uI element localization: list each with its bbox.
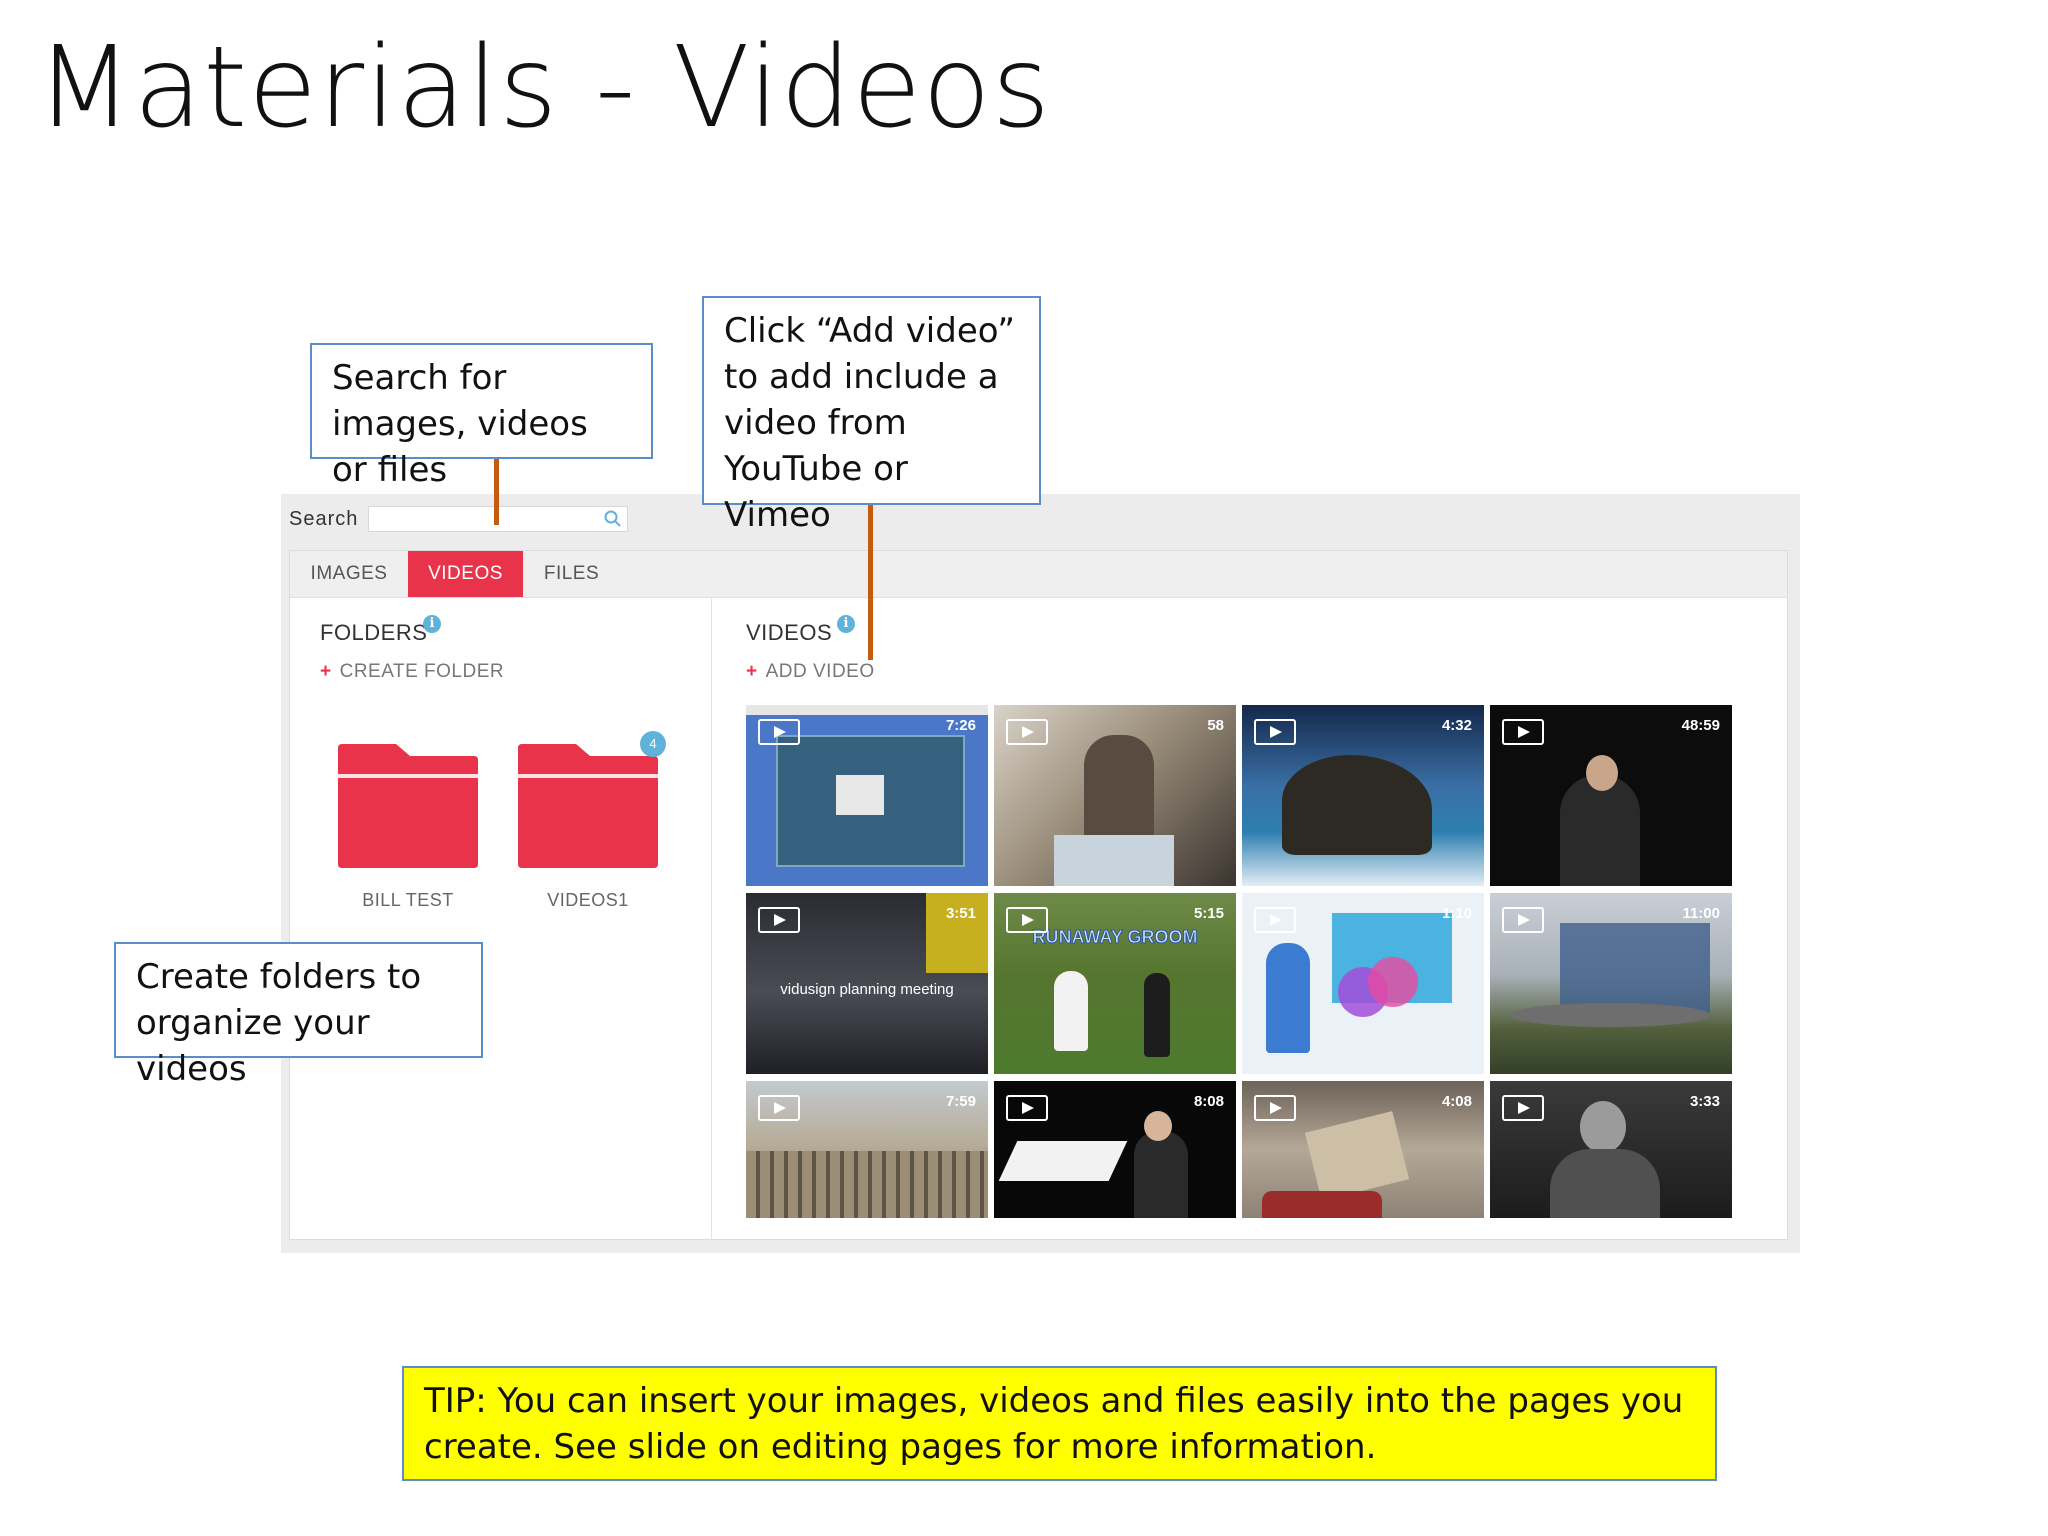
video-thumbnail[interactable]: 4:32 xyxy=(1242,705,1484,886)
callout-connector xyxy=(494,458,499,525)
video-duration: 4:32 xyxy=(1441,717,1472,734)
video-thumbnail[interactable]: 8:08 xyxy=(994,1081,1236,1218)
slide-title: Materials - Videos xyxy=(36,23,1052,153)
play-icon xyxy=(1006,719,1048,745)
video-duration: 7:59 xyxy=(945,1093,976,1110)
video-thumbnail[interactable]: 4:08 xyxy=(1242,1081,1484,1218)
add-video-button[interactable]: + ADD VIDEO xyxy=(746,661,875,683)
video-thumbnail[interactable]: 7:26 xyxy=(746,705,988,886)
callout-folders: Create folders to organize your videos xyxy=(114,942,483,1089)
callout-connector xyxy=(868,504,873,660)
video-thumbnail[interactable]: 58 xyxy=(994,705,1236,886)
videos-heading: VIDEOS xyxy=(746,620,833,645)
folder-icon[interactable] xyxy=(518,744,658,868)
video-duration: 48:59 xyxy=(1681,717,1720,734)
folders-info-icon[interactable]: i xyxy=(423,615,441,633)
play-icon xyxy=(1254,1095,1296,1121)
video-thumbnail[interactable]: RUNAWAY GROOM 5:15 xyxy=(994,893,1236,1074)
play-icon xyxy=(758,719,800,745)
play-icon xyxy=(1254,719,1296,745)
video-thumbnail[interactable]: 48:59 xyxy=(1490,705,1732,886)
video-duration: 8:08 xyxy=(1193,1093,1224,1110)
create-folder-label: CREATE FOLDER xyxy=(339,661,505,682)
add-video-label: ADD VIDEO xyxy=(765,661,875,682)
video-caption: vidusign planning meeting xyxy=(780,981,954,998)
plus-icon: + xyxy=(320,661,332,682)
play-icon xyxy=(1502,1095,1544,1121)
search-icon[interactable] xyxy=(603,509,623,529)
video-thumbnail[interactable]: vidusign planning meeting 3:51 xyxy=(746,893,988,1074)
video-duration: 3:33 xyxy=(1689,1093,1720,1110)
folder-icon[interactable] xyxy=(338,744,478,868)
column-divider xyxy=(711,597,712,1239)
tab-files[interactable]: FILES xyxy=(523,551,620,597)
videos-info-icon[interactable]: i xyxy=(837,615,855,633)
video-thumbnail[interactable]: 11:00 xyxy=(1490,893,1732,1074)
play-icon xyxy=(1006,907,1048,933)
play-icon xyxy=(1502,719,1544,745)
tab-videos[interactable]: VIDEOS xyxy=(408,551,523,597)
tab-images[interactable]: IMAGES xyxy=(290,551,408,597)
video-thumbnail[interactable]: 3:33 xyxy=(1490,1081,1732,1218)
video-duration: 3:51 xyxy=(945,905,976,922)
video-thumbnail[interactable]: 7:59 xyxy=(746,1081,988,1218)
video-duration: 1:10 xyxy=(1441,905,1472,922)
video-duration: 58 xyxy=(1207,717,1224,734)
folder-count-badge: 4 xyxy=(640,731,666,757)
plus-icon: + xyxy=(746,661,758,682)
create-folder-button[interactable]: + CREATE FOLDER xyxy=(320,661,504,683)
video-duration: 5:15 xyxy=(1193,905,1224,922)
media-tabs: IMAGES VIDEOS FILES xyxy=(290,551,1787,598)
play-icon xyxy=(1006,1095,1048,1121)
video-duration: 11:00 xyxy=(1682,905,1720,922)
folder-label[interactable]: VIDEOS1 xyxy=(498,890,678,911)
callout-add-video: Click “Add video” to add include a video… xyxy=(702,296,1041,535)
video-duration: 4:08 xyxy=(1441,1093,1472,1110)
play-icon xyxy=(758,1095,800,1121)
callout-search: Search for images, videos or files xyxy=(310,343,653,490)
play-icon xyxy=(1502,907,1544,933)
play-icon xyxy=(758,907,800,933)
video-duration: 7:26 xyxy=(945,717,976,734)
tip-box: TIP: You can insert your images, videos … xyxy=(402,1366,1717,1481)
media-library-screenshot: Search IMAGES VIDEOS FILES FOLDERS i + CR… xyxy=(281,494,1800,1253)
media-panel: IMAGES VIDEOS FILES FOLDERS i + CREATE FO… xyxy=(289,550,1788,1240)
play-icon xyxy=(1254,907,1296,933)
video-thumbnail[interactable]: 1:10 xyxy=(1242,893,1484,1074)
search-label: Search xyxy=(289,508,359,530)
folders-heading: FOLDERS xyxy=(320,620,428,645)
folder-label[interactable]: BILL TEST xyxy=(318,890,498,911)
